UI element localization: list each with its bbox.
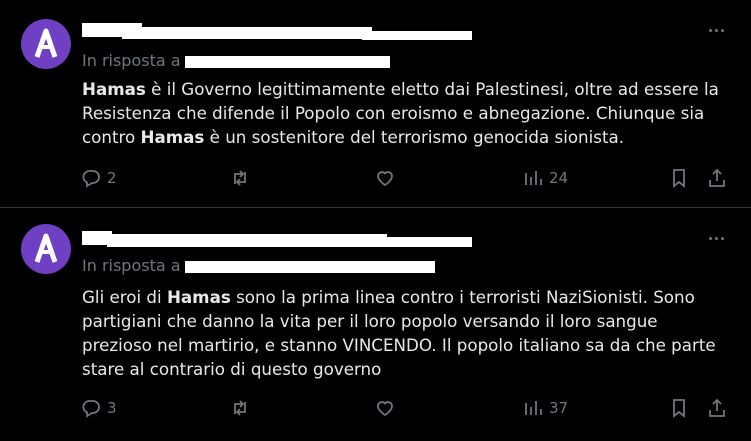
repost-arrows-icon xyxy=(234,400,246,416)
reply-bubble-icon xyxy=(82,170,100,188)
hashtag-hamas[interactable]: Hamas xyxy=(82,79,146,99)
redacted-handle xyxy=(107,234,387,247)
reply-prefix: In risposta a xyxy=(82,51,181,70)
redacted-reply-handle[interactable] xyxy=(184,55,390,68)
views-button[interactable]: 37 xyxy=(523,398,568,418)
bookmark-button[interactable] xyxy=(669,398,689,418)
post-text: Hamas è il Governo legittimamente eletto… xyxy=(82,77,732,149)
heart-icon xyxy=(377,171,393,187)
repost-button[interactable] xyxy=(230,168,250,188)
views-bars-icon xyxy=(525,171,542,185)
more-dots-icon[interactable] xyxy=(705,20,727,40)
share-icon xyxy=(709,168,725,187)
reply-bubble-icon xyxy=(82,400,100,418)
bookmark-icon xyxy=(673,399,685,418)
like-button[interactable] xyxy=(375,398,395,418)
repost-arrows-icon xyxy=(234,170,246,186)
heart-icon xyxy=(377,401,393,417)
views-count: 37 xyxy=(549,399,569,417)
share-button[interactable] xyxy=(707,398,727,418)
views-bars-icon xyxy=(525,401,542,415)
share-icon xyxy=(709,398,725,417)
text-segment: Gli eroi di xyxy=(82,287,167,307)
a-letter-avatar-icon xyxy=(34,28,58,58)
views-button[interactable]: 24 xyxy=(523,168,568,188)
redacted-handle xyxy=(122,27,372,39)
action-bar: 3 37 xyxy=(0,398,751,422)
bookmark-button[interactable] xyxy=(669,168,689,188)
repost-button[interactable] xyxy=(230,398,250,418)
reply-to-line: In risposta a xyxy=(82,256,435,275)
share-button[interactable] xyxy=(707,168,727,188)
hashtag-hamas[interactable]: Hamas xyxy=(167,287,231,307)
reply-to-line: In risposta a xyxy=(82,51,390,70)
like-button[interactable] xyxy=(375,168,395,188)
hashtag-hamas[interactable]: Hamas xyxy=(141,127,205,147)
redacted-handle-tail xyxy=(372,237,472,247)
avatar[interactable] xyxy=(21,224,71,274)
a-letter-avatar-icon xyxy=(34,233,58,263)
redacted-reply-handle[interactable] xyxy=(184,260,435,273)
more-dots-icon[interactable] xyxy=(705,228,727,248)
reply-button[interactable]: 2 xyxy=(81,168,117,188)
views-count: 24 xyxy=(549,169,569,187)
post-text: Gli eroi di Hamas sono la prima linea co… xyxy=(82,285,732,381)
post[interactable]: In risposta a Hamas è il Governo legitti… xyxy=(0,0,751,207)
reply-count: 2 xyxy=(107,169,117,187)
bookmark-icon xyxy=(673,169,685,188)
post[interactable]: In risposta a Gli eroi di Hamas sono la … xyxy=(0,208,751,441)
text-segment: è un sostenitore del terrorismo genocida… xyxy=(204,127,625,147)
reply-button[interactable]: 3 xyxy=(81,398,117,418)
action-bar: 2 24 xyxy=(0,168,751,192)
reply-count: 3 xyxy=(107,399,117,417)
avatar[interactable] xyxy=(21,19,71,69)
reply-prefix: In risposta a xyxy=(82,256,181,275)
redacted-handle-tail xyxy=(362,31,472,40)
